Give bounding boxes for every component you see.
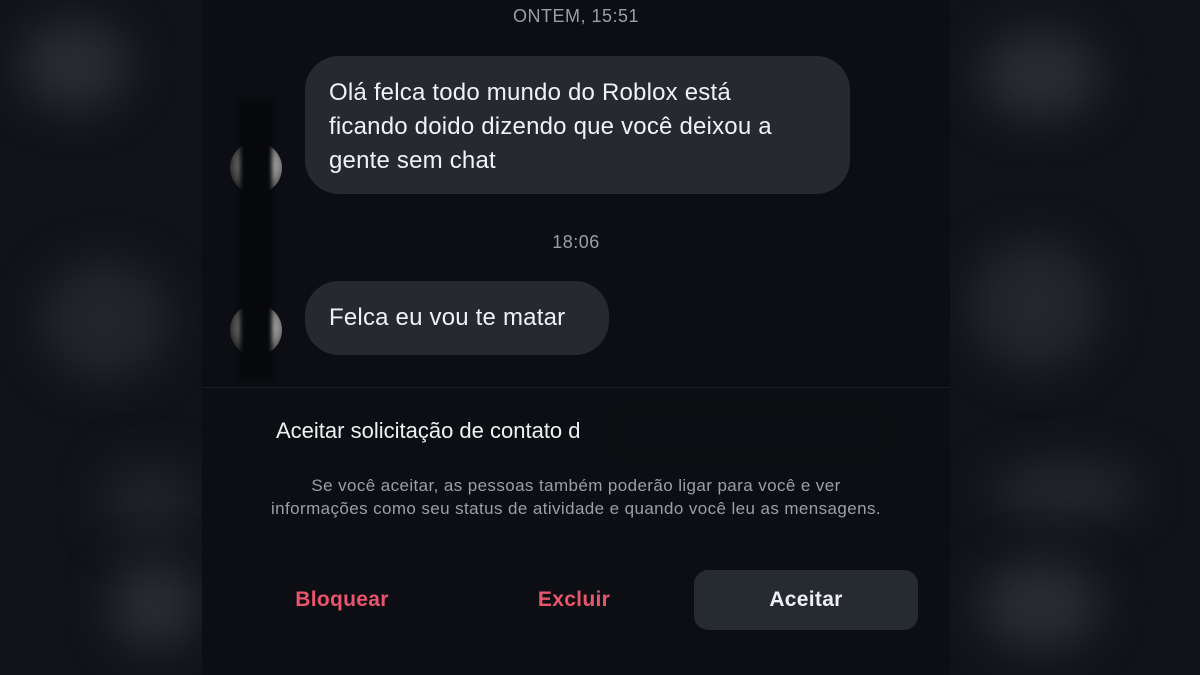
- delete-button[interactable]: Excluir: [474, 570, 674, 630]
- message-timestamp: 18:06: [552, 232, 600, 252]
- backdrop-blob: [970, 240, 1100, 370]
- backdrop-blob: [40, 260, 170, 380]
- message-line: ficando doido dizendo que você deixou a: [329, 113, 772, 140]
- block-button[interactable]: Bloquear: [242, 570, 442, 630]
- contact-request-panel: Aceitar solicitação de contato d Se você…: [202, 388, 950, 675]
- accept-button[interactable]: Aceitar: [694, 570, 918, 630]
- backdrop-blob: [100, 460, 200, 540]
- message-bubble[interactable]: Felca eu vou te matar: [305, 281, 609, 355]
- chat-screen: ONTEM, 15:51 Olá felca todo mundo do Rob…: [202, 0, 950, 675]
- backdrop-blob: [990, 460, 1140, 520]
- censor-stripe: [240, 100, 272, 380]
- left-backdrop: [0, 0, 202, 675]
- backdrop-blob: [110, 560, 200, 650]
- right-backdrop: [950, 0, 1200, 675]
- message-thread[interactable]: ONTEM, 15:51 Olá felca todo mundo do Rob…: [202, 0, 950, 388]
- backdrop-blob: [980, 560, 1100, 650]
- message-line: gente sem chat: [329, 147, 496, 174]
- message-line: Olá felca todo mundo do Roblox está: [329, 79, 731, 106]
- redaction-blur: [614, 410, 886, 454]
- request-description: Se você aceitar, as pessoas também poder…: [271, 476, 881, 518]
- request-title: Aceitar solicitação de contato d: [276, 418, 581, 443]
- backdrop-blob: [980, 30, 1100, 120]
- message-line: Felca eu vou te matar: [329, 304, 566, 331]
- message-bubble[interactable]: Olá felca todo mundo do Roblox está fica…: [305, 56, 850, 194]
- backdrop-blob: [20, 20, 130, 110]
- message-timestamp: ONTEM, 15:51: [512, 6, 640, 26]
